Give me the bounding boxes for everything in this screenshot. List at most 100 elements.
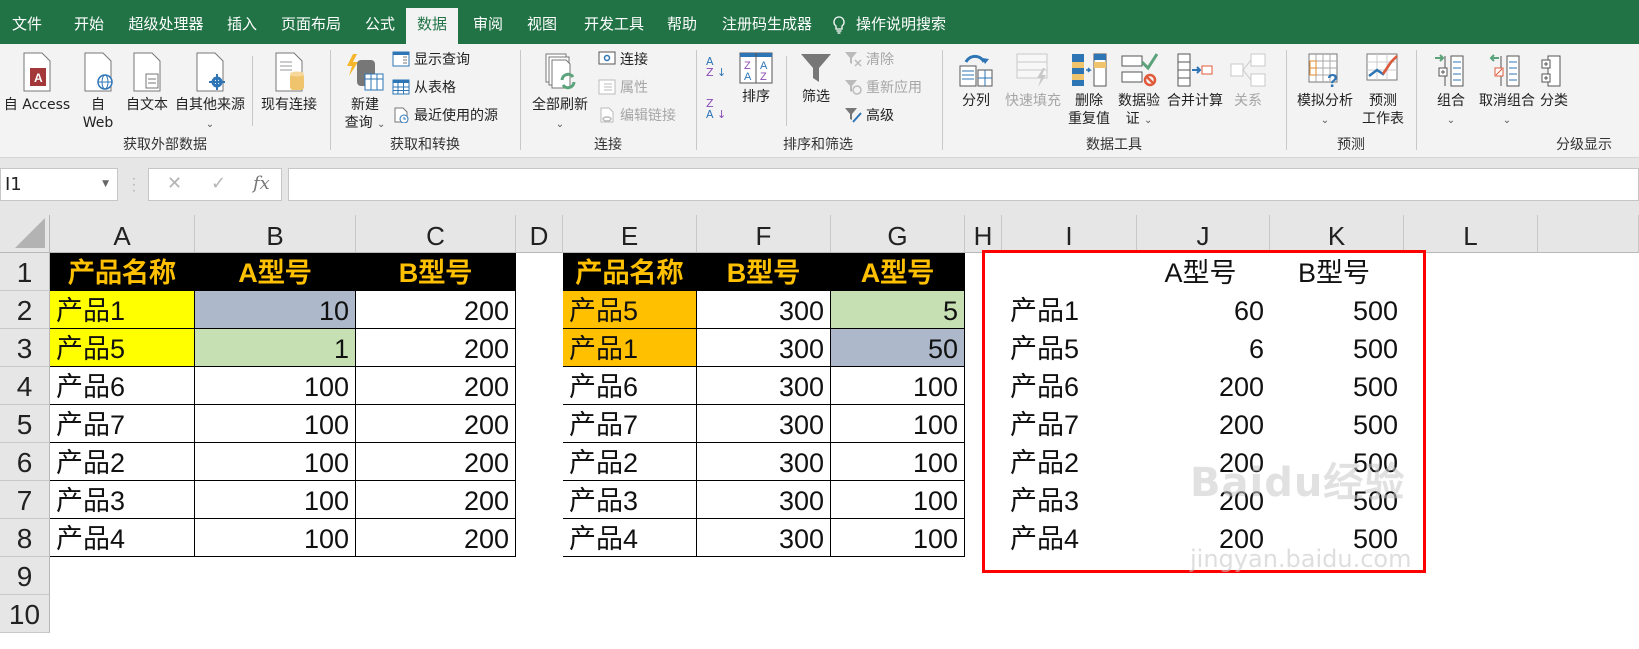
- formula-input[interactable]: [288, 168, 1639, 201]
- table2-cell[interactable]: 产品5: [563, 291, 697, 329]
- table2-cell[interactable]: 300: [697, 443, 831, 481]
- forecast-sheet-button[interactable]: 预测 工作表: [1358, 52, 1408, 128]
- column-header-h[interactable]: H: [965, 215, 1002, 253]
- remove-duplicates-button[interactable]: 删除 重复值: [1066, 52, 1112, 128]
- column-header-c[interactable]: C: [356, 215, 516, 253]
- table2-cell[interactable]: 产品4: [563, 519, 697, 557]
- column-header-a[interactable]: A: [50, 215, 195, 253]
- tell-me-search[interactable]: 操作说明搜索: [832, 8, 967, 44]
- existing-connections-button[interactable]: 现有连接: [258, 52, 320, 114]
- tab-page-layout[interactable]: 页面布局: [274, 8, 348, 44]
- new-query-button[interactable]: 新建 查询 ⌄: [340, 52, 390, 134]
- clear-filter-button[interactable]: 清除: [844, 50, 894, 70]
- column-header-j[interactable]: J: [1137, 215, 1270, 253]
- filter-button[interactable]: 筛选: [796, 52, 836, 106]
- row-header-6[interactable]: 6: [0, 443, 50, 481]
- table1-cell[interactable]: 200: [356, 443, 516, 481]
- row-header-3[interactable]: 3: [0, 329, 50, 367]
- table2-cell[interactable]: 产品6: [563, 367, 697, 405]
- table1-cell[interactable]: 200: [356, 291, 516, 329]
- column-header-f[interactable]: F: [697, 215, 831, 253]
- table2-cell[interactable]: 300: [697, 405, 831, 443]
- recent-sources-button[interactable]: 最近使用的源: [392, 106, 498, 126]
- text-to-columns-button[interactable]: 分列: [956, 52, 996, 110]
- table1-cell[interactable]: 200: [356, 481, 516, 519]
- row-header-10[interactable]: 10: [0, 595, 50, 633]
- refresh-all-button[interactable]: 全部刷新 ⌄: [528, 52, 592, 134]
- column-header-m[interactable]: [1538, 215, 1639, 253]
- table2-cell[interactable]: 产品1: [563, 329, 697, 367]
- table2-cell[interactable]: 300: [697, 329, 831, 367]
- name-box-dropdown-icon[interactable]: ▼: [102, 169, 109, 200]
- table1-cell[interactable]: 200: [356, 519, 516, 557]
- row-header-2[interactable]: 2: [0, 291, 50, 329]
- from-web-button[interactable]: 自 Web: [78, 52, 118, 132]
- table2-header-cell[interactable]: A型号: [831, 253, 965, 291]
- sort-asc-button[interactable]: AZ ↓: [706, 56, 726, 78]
- name-box[interactable]: I1 ▼: [0, 168, 118, 201]
- table1-cell[interactable]: 100: [195, 519, 356, 557]
- table2-cell[interactable]: 100: [831, 443, 965, 481]
- table2-header-cell[interactable]: 产品名称: [563, 253, 697, 291]
- table1-cell[interactable]: 200: [356, 329, 516, 367]
- table2-cell[interactable]: 100: [831, 519, 965, 557]
- table1-cell[interactable]: 200: [356, 405, 516, 443]
- table1-cell[interactable]: 产品6: [50, 367, 195, 405]
- table1-cell[interactable]: 产品2: [50, 443, 195, 481]
- row-header-7[interactable]: 7: [0, 481, 50, 519]
- from-access-button[interactable]: A 自 Access: [2, 52, 72, 114]
- row-header-9[interactable]: 9: [0, 557, 50, 595]
- sort-desc-button[interactable]: ZA ↓: [706, 98, 726, 120]
- from-table-button[interactable]: 从表格: [392, 78, 456, 98]
- table1-cell[interactable]: 产品7: [50, 405, 195, 443]
- table2-cell[interactable]: 100: [831, 481, 965, 519]
- advanced-filter-button[interactable]: 高级: [844, 106, 894, 126]
- table2-cell[interactable]: 300: [697, 367, 831, 405]
- table1-cell[interactable]: 100: [195, 367, 356, 405]
- data-validation-button[interactable]: 数据验证 ⌄: [1114, 52, 1164, 130]
- table2-cell[interactable]: 产品3: [563, 481, 697, 519]
- flash-fill-button[interactable]: 快速填充: [1002, 52, 1064, 110]
- tab-super-processor[interactable]: 超级处理器: [122, 8, 210, 44]
- formula-bar-splitter[interactable]: · · ·: [132, 173, 136, 197]
- table2-cell[interactable]: 5: [831, 291, 965, 329]
- column-header-l[interactable]: L: [1404, 215, 1538, 253]
- table2-header-cell[interactable]: B型号: [697, 253, 831, 291]
- insert-function-icon[interactable]: fx: [253, 173, 270, 194]
- table1-cell[interactable]: 200: [356, 367, 516, 405]
- tab-review[interactable]: 审阅: [464, 8, 512, 44]
- table1-cell[interactable]: 产品5: [50, 329, 195, 367]
- table1-header-cell[interactable]: B型号: [356, 253, 516, 291]
- tab-keygen[interactable]: 注册码生成器: [714, 8, 820, 44]
- table1-header-cell[interactable]: A型号: [195, 253, 356, 291]
- from-other-sources-button[interactable]: 自其他来源 ⌄: [174, 52, 246, 134]
- connections-button[interactable]: 连接: [598, 50, 648, 70]
- enter-icon[interactable]: ✓: [211, 173, 226, 194]
- relationships-button[interactable]: 关系: [1228, 52, 1268, 110]
- group-button[interactable]: 组合 ⌄: [1430, 52, 1472, 130]
- table2-cell[interactable]: 300: [697, 481, 831, 519]
- column-header-d[interactable]: D: [516, 215, 563, 253]
- tab-insert[interactable]: 插入: [218, 8, 266, 44]
- table1-header-cell[interactable]: 产品名称: [50, 253, 195, 291]
- table1-cell[interactable]: 产品3: [50, 481, 195, 519]
- column-header-k[interactable]: K: [1270, 215, 1404, 253]
- what-if-analysis-button[interactable]: ? 模拟分析 ⌄: [1294, 52, 1356, 130]
- show-queries-button[interactable]: 显示查询: [392, 50, 470, 70]
- tab-data[interactable]: 数据: [406, 8, 458, 44]
- row-header-5[interactable]: 5: [0, 405, 50, 443]
- tab-file[interactable]: 文件: [0, 8, 54, 44]
- table2-cell[interactable]: 产品7: [563, 405, 697, 443]
- table1-cell[interactable]: 产品4: [50, 519, 195, 557]
- column-header-b[interactable]: B: [195, 215, 356, 253]
- row-header-4[interactable]: 4: [0, 367, 50, 405]
- tab-developer[interactable]: 开发工具: [576, 8, 652, 44]
- select-all-button[interactable]: [0, 215, 50, 253]
- tab-formulas[interactable]: 公式: [356, 8, 404, 44]
- row-header-8[interactable]: 8: [0, 519, 50, 557]
- table2-cell[interactable]: 50: [831, 329, 965, 367]
- edit-links-button[interactable]: 编辑链接: [598, 106, 676, 126]
- column-header-e[interactable]: E: [563, 215, 697, 253]
- column-header-i[interactable]: I: [1002, 215, 1137, 253]
- tab-view[interactable]: 视图: [518, 8, 566, 44]
